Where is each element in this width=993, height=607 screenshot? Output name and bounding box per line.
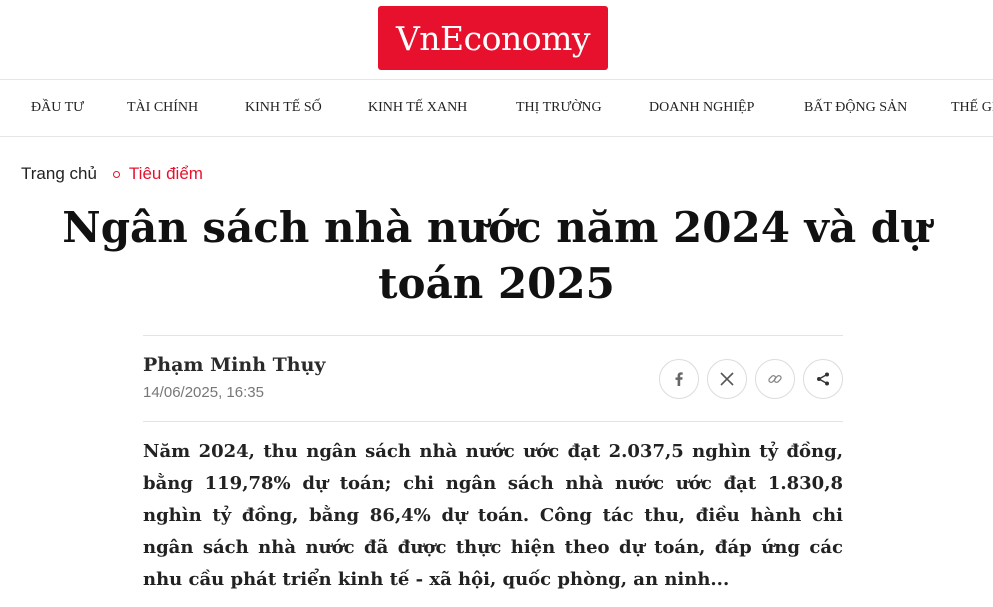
nav-item-kinh-te-xanh[interactable]: KINH TẾ XANH: [368, 80, 467, 136]
nav-item-kinh-te-so[interactable]: KINH TẾ SỐ: [245, 80, 322, 136]
main-nav: ĐẦU TƯ TÀI CHÍNH KINH TẾ SỐ KINH TẾ XANH…: [0, 79, 993, 137]
share-button[interactable]: [803, 359, 843, 399]
nav-item-the-gioi[interactable]: THẾ GIỚI: [951, 80, 993, 136]
logo-text: VnEconomy: [395, 18, 591, 58]
share-x-button[interactable]: [707, 359, 747, 399]
article-lead: Năm 2024, thu ngân sách nhà nước ước đạt…: [143, 441, 843, 590]
article-title: Ngân sách nhà nước năm 2024 và dự toán 2…: [62, 203, 931, 308]
x-icon: [720, 372, 734, 386]
breadcrumb-current[interactable]: Tiêu điểm: [129, 164, 203, 184]
link-icon: [768, 375, 782, 383]
nav-item-bat-dong-san[interactable]: BẤT ĐỘNG SẢN: [804, 80, 907, 136]
publish-date: 14/06/2025, 16:35: [143, 384, 264, 401]
nav-item-dau-tu[interactable]: ĐẦU TƯ: [31, 80, 84, 136]
breadcrumb: Trang chủ Tiêu điểm: [21, 163, 203, 185]
share-facebook-button[interactable]: [659, 359, 699, 399]
facebook-icon: [675, 372, 683, 386]
breadcrumb-separator-icon: [112, 170, 120, 178]
nav-item-tai-chinh[interactable]: TÀI CHÍNH: [127, 80, 198, 136]
nav-item-thi-truong[interactable]: THỊ TRƯỜNG: [516, 80, 602, 136]
share-icon: [817, 372, 829, 386]
site-logo[interactable]: VnEconomy: [378, 6, 608, 70]
author-name[interactable]: Phạm Minh Thụy: [143, 354, 325, 376]
divider-top: [143, 335, 843, 336]
breadcrumb-home[interactable]: Trang chủ: [21, 164, 97, 184]
copy-link-button[interactable]: [755, 359, 795, 399]
divider-bottom: [143, 421, 843, 422]
nav-item-doanh-nghiep[interactable]: DOANH NGHIỆP: [649, 80, 754, 136]
